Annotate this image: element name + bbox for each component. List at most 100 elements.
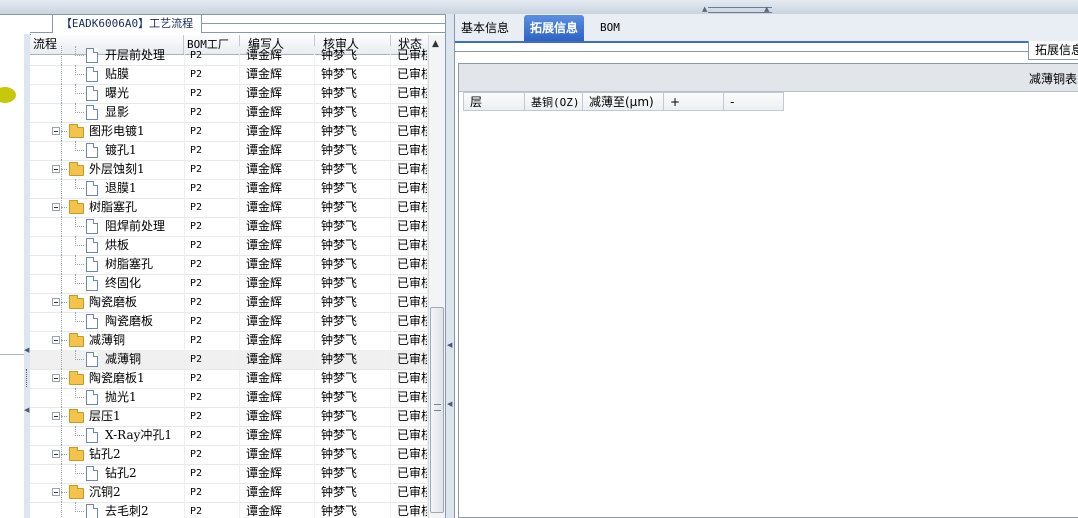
bom-factory-cell: P2 [184,426,240,445]
tab-bom[interactable]: BOM [594,15,626,41]
tree-step-row[interactable]: 抛光1 P2谭金辉钟梦飞已审核 [30,388,428,408]
writer-cell: 谭金辉 [240,84,315,103]
status-cell: 已审核 [391,65,428,84]
tab-basic-info[interactable]: 基本信息 [455,15,515,41]
status-cell: 已审核 [391,445,428,464]
tree-folder-row[interactable]: 外层蚀刻1 P2谭金辉钟梦飞已审核 [30,160,428,180]
tree-step-row[interactable]: 显影 P2谭金辉钟梦飞已审核 [30,103,428,123]
writer-cell: 谭金辉 [240,160,315,179]
collapse-right-icon[interactable]: ◀ [447,400,452,408]
flow-cell: 层压1 [30,407,185,426]
tree-step-row[interactable]: 去毛刺2 P2谭金辉钟梦飞已审核 [30,502,428,518]
tree-step-row[interactable]: 减薄铜 P2谭金辉钟梦飞已审核 [30,350,428,370]
flow-step-name: 减薄铜 [89,333,126,347]
flow-cell: 钻孔2 [30,464,185,483]
collapse-node-icon[interactable] [52,127,60,135]
status-indicator-button[interactable] [0,87,16,103]
tree-step-row[interactable]: 树脂塞孔 P2谭金辉钟梦飞已审核 [30,255,428,275]
tree-folder-row[interactable]: 陶瓷磨板 P2谭金辉钟梦飞已审核 [30,293,428,313]
tree-folder-row[interactable]: 减薄铜 P2谭金辉钟梦飞已审核 [30,331,428,351]
tree-folder-row[interactable]: 陶瓷磨板1 P2谭金辉钟梦飞已审核 [30,369,428,389]
collapse-node-icon[interactable] [52,203,60,211]
tree-step-row[interactable]: 钻孔2 P2谭金辉钟梦飞已审核 [30,464,428,484]
status-cell: 已审核 [391,369,428,388]
collapse-node-icon[interactable] [52,412,60,420]
tree-step-row[interactable]: 镀孔1 P2谭金辉钟梦飞已审核 [30,141,428,161]
flow-step-name: 陶瓷磨板1 [89,371,145,385]
bom-factory-cell: P2 [184,179,240,198]
status-cell: 已审核 [391,179,428,198]
tree-folder-row[interactable]: 钻孔2 P2谭金辉钟梦飞已审核 [30,445,428,465]
tree-step-row[interactable]: 开层前处理 P2谭金辉钟梦飞已审核 [30,46,428,66]
flow-cell: 陶瓷磨板 [30,312,185,331]
document-icon [86,67,98,82]
tree-step-row[interactable]: 贴膜 P2谭金辉钟梦飞已审核 [30,65,428,85]
bom-factory-cell: P2 [184,46,240,65]
folder-icon [69,333,84,347]
tree-step-row[interactable]: 阻焊前处理 P2谭金辉钟梦飞已审核 [30,217,428,237]
collapse-left-icon[interactable]: ◀ [24,406,29,414]
status-cell: 已审核 [391,255,428,274]
collapse-node-icon[interactable] [52,374,60,382]
tree-folder-row[interactable]: 树脂塞孔 P2谭金辉钟梦飞已审核 [30,198,428,218]
tab-extended-info[interactable]: 拓展信息 [524,15,585,41]
collapse-node-icon[interactable] [52,336,60,344]
collapse-up-icon-right[interactable]: ▲ [764,6,769,13]
tree-folder-row[interactable]: 图形电镀1 P2谭金辉钟梦飞已审核 [30,122,428,142]
detail-tab-bar: 基本信息 拓展信息 BOM [455,14,1078,43]
tree-folder-row[interactable]: 层压1 P2谭金辉钟梦飞已审核 [30,407,428,427]
flow-step-name: X-Ray冲孔1 [105,428,173,442]
flow-step-name: 钻孔2 [89,447,121,461]
collapse-left-icon[interactable]: ◀ [24,346,29,354]
flow-cell: 树脂塞孔 [30,198,185,217]
scrollbar-thumb[interactable] [430,307,444,513]
subtab-extended-info[interactable]: 拓展信息 [1028,41,1078,60]
tree-step-row[interactable]: 曝光 P2谭金辉钟梦飞已审核 [30,84,428,104]
detail-table-title: 减薄铜表 [1028,72,1077,86]
status-cell: 已审核 [391,407,428,426]
folder-icon [69,124,84,138]
flow-step-name: 开层前处理 [105,48,166,62]
collapse-node-icon[interactable] [52,165,60,173]
tree-step-row[interactable]: 陶瓷磨板 P2谭金辉钟梦飞已审核 [30,312,428,332]
tree-step-row[interactable]: 退膜1 P2谭金辉钟梦飞已审核 [30,179,428,199]
flow-cell: 镀孔1 [30,141,185,160]
bom-factory-cell: P2 [184,122,240,141]
tree-step-row[interactable]: X-Ray冲孔1 P2谭金辉钟梦飞已审核 [30,426,428,446]
collapse-node-icon[interactable] [52,298,60,306]
collapse-node-icon[interactable] [52,450,60,458]
collapse-up-icon[interactable]: ▲ [702,6,707,13]
vertical-scrollbar[interactable]: ▲ [428,35,446,518]
splitter-grip[interactable] [26,369,29,387]
status-cell: 已审核 [391,331,428,350]
column-header-base-copper[interactable]: 基铜(OZ) [525,92,583,111]
remove-row-button[interactable]: - [724,92,784,111]
column-header-layer[interactable]: 层 [463,92,525,111]
status-cell: 已审核 [391,426,428,445]
tree-folder-row[interactable]: 沉铜2 P2谭金辉钟梦飞已审核 [30,483,428,503]
tree-step-row[interactable]: 终固化 P2谭金辉钟梦飞已审核 [30,274,428,294]
collapse-left-icon[interactable]: ◀ [447,341,452,349]
column-header-thin-to[interactable]: 减薄至(μm) [583,92,664,111]
writer-cell: 谭金辉 [240,388,315,407]
flow-step-name: 陶瓷磨板 [89,295,138,309]
writer-cell: 谭金辉 [240,445,315,464]
scroll-up-icon[interactable]: ▲ [432,39,439,49]
folder-icon [69,485,84,499]
flow-cell: 减薄铜 [30,331,185,350]
tree-step-row[interactable]: 烘板 P2谭金辉钟梦飞已审核 [30,236,428,256]
document-icon [86,257,98,272]
process-flow-panel-title[interactable]: 【EADK6006A0】工艺流程 [52,14,202,33]
flow-step-name: 外层蚀刻1 [89,162,145,176]
center-splitter[interactable]: ◀ ◀ [445,14,455,518]
add-row-button[interactable]: + [664,92,724,111]
flow-step-name: 陶瓷磨板 [105,314,154,328]
flow-step-name: 显影 [105,105,130,119]
flow-cell: 终固化 [30,274,185,293]
reviewer-cell: 钟梦飞 [315,179,391,198]
splitter-grip[interactable] [708,7,772,13]
collapse-node-icon[interactable] [52,488,60,496]
reviewer-cell: 钟梦飞 [315,388,391,407]
status-cell: 已审核 [391,464,428,483]
flow-cell: 陶瓷磨板 [30,293,185,312]
